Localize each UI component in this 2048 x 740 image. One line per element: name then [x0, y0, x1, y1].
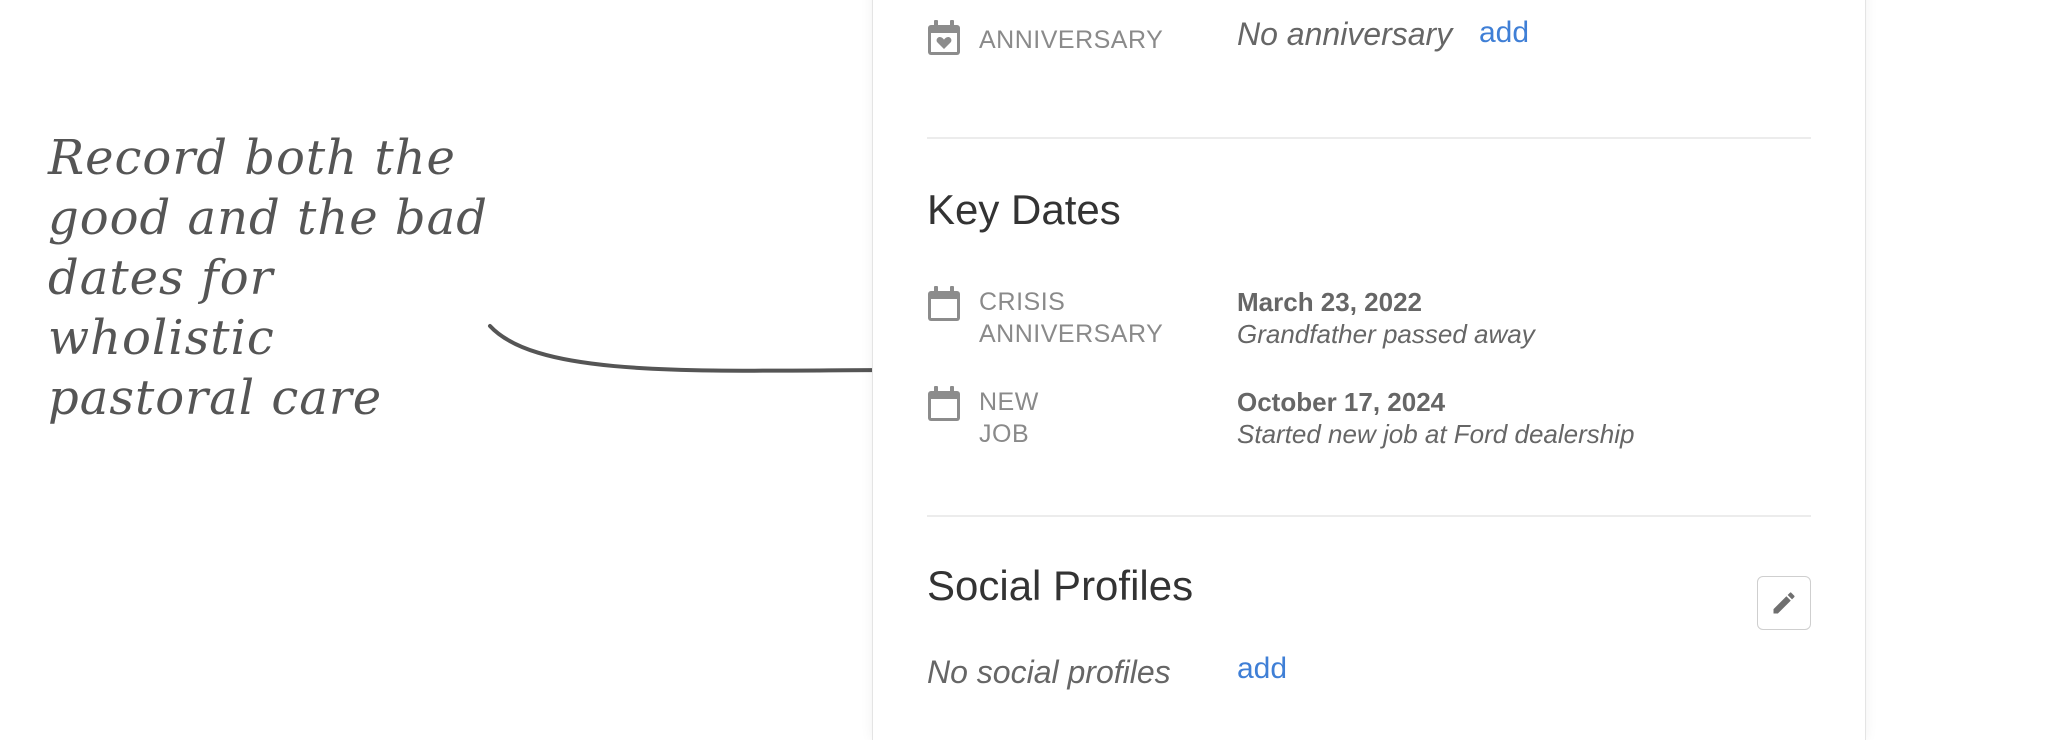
social-profiles-title: Social Profiles — [927, 562, 1194, 609]
add-social-profile-link[interactable]: add — [1237, 652, 1287, 686]
pencil-icon — [1773, 592, 1795, 614]
anniversary-value: No anniversary — [1237, 16, 1453, 52]
edit-social-profiles-button[interactable] — [1757, 576, 1811, 630]
annotation-arrow-icon — [488, 324, 912, 388]
annotation-line: good and the bad — [48, 190, 488, 246]
key-dates-title: Key Dates — [927, 186, 1121, 233]
key-date-note: Started new job at Ford dealership — [1237, 419, 1635, 449]
annotation-note: Record both the good and the bad dates f… — [48, 128, 508, 428]
anniversary-label: ANNIVERSARY — [979, 26, 1164, 54]
key-date-label: ANNIVERSARY — [979, 320, 1164, 348]
social-profiles-empty-text: No social profiles — [927, 654, 1171, 690]
add-anniversary-link[interactable]: add — [1479, 16, 1529, 50]
key-date-date: March 23, 2022 — [1237, 287, 1423, 317]
calendar-icon — [928, 286, 960, 321]
calendar-heart-icon — [928, 20, 960, 55]
calendar-icon — [928, 386, 960, 421]
key-date-date: October 17, 2024 — [1237, 387, 1446, 417]
key-date-label: NEW JOB — [979, 388, 1039, 448]
annotation-line: Record both the — [48, 130, 456, 186]
key-date-note: Grandfather passed away — [1237, 319, 1535, 349]
profile-card: ANNIVERSARY No anniversary add Key Dates… — [872, 0, 1866, 740]
annotation-line: pastoral care — [48, 370, 383, 426]
section-divider — [927, 515, 1811, 517]
annotation-line: dates for wholistic — [48, 250, 275, 366]
section-divider — [927, 137, 1811, 139]
key-date-label: CRISIS — [979, 288, 1066, 316]
